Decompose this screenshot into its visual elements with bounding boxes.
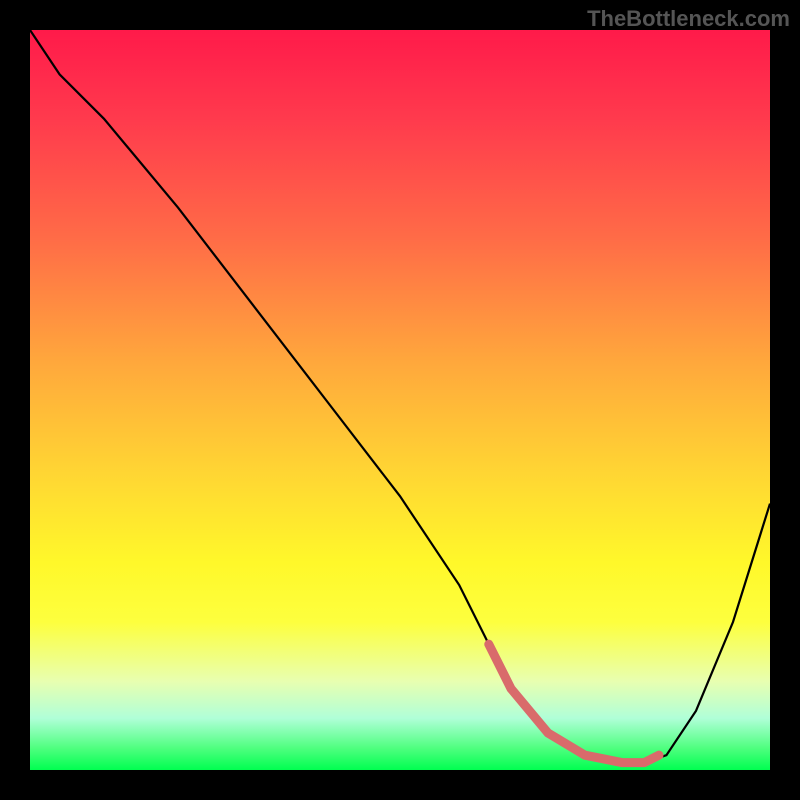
- chart-plot-area: [30, 30, 770, 770]
- highlight-curve-path: [489, 644, 659, 762]
- main-curve-path: [30, 30, 770, 763]
- watermark-text: TheBottleneck.com: [587, 6, 790, 32]
- chart-svg: [30, 30, 770, 770]
